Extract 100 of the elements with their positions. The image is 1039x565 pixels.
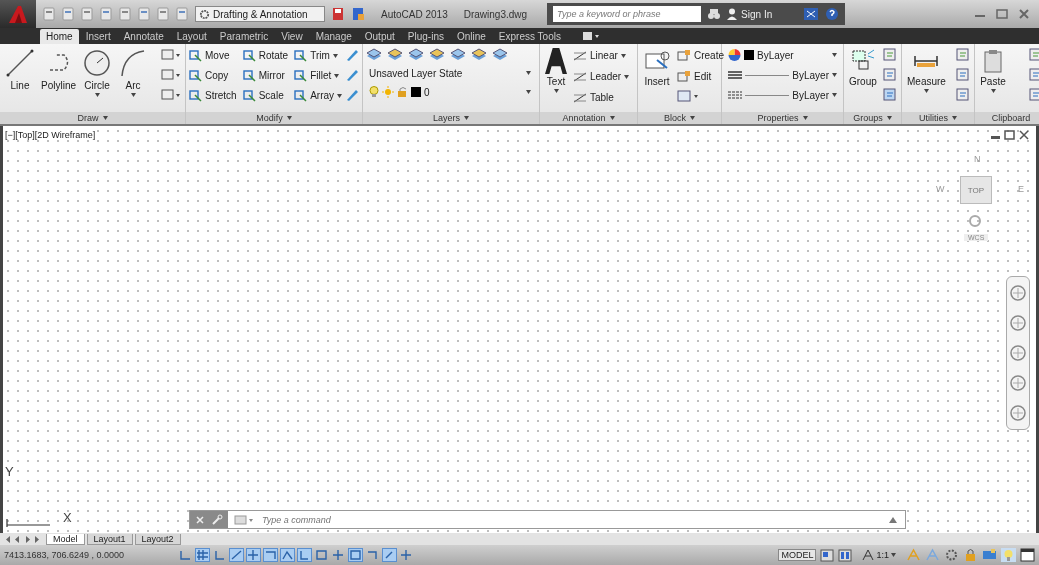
property-dropdown[interactable]: ByLayer: [725, 67, 840, 83]
drafting-toggle-icon[interactable]: [229, 548, 244, 562]
layout-icon[interactable]: [820, 548, 835, 562]
ribbon-tab[interactable]: Output: [358, 29, 401, 44]
modify-tool-button[interactable]: Copy: [189, 67, 237, 84]
text-tool-button[interactable]: Text: [543, 47, 569, 94]
drafting-toggle-icon[interactable]: [399, 548, 414, 562]
toolbar-icon[interactable]: [42, 7, 56, 21]
ribbon-tab[interactable]: Parametric: [213, 29, 275, 44]
toolbar-icon[interactable]: [99, 7, 113, 21]
compass-icon[interactable]: [968, 214, 982, 228]
insert-block-button[interactable]: Insert: [641, 47, 673, 88]
layer-tool-icon[interactable]: [471, 47, 487, 62]
panel-title[interactable]: Modify: [186, 112, 362, 124]
modify-tool-button[interactable]: Rotate: [242, 47, 289, 64]
lock-icon[interactable]: [963, 548, 978, 562]
annotation-tool-button[interactable]: Table: [573, 89, 614, 106]
toolbar-icon[interactable]: [80, 7, 94, 21]
annotation-tool-button[interactable]: Linear: [573, 47, 626, 64]
viewcube-face[interactable]: TOP: [960, 176, 992, 204]
tool-icon[interactable]: [882, 47, 898, 63]
drafting-toggle-icon[interactable]: [246, 548, 261, 562]
toolbar-icon[interactable]: [137, 7, 151, 21]
panel-title[interactable]: Groups: [844, 112, 901, 124]
group-button[interactable]: Group: [847, 47, 879, 88]
panel-title[interactable]: Layers: [363, 112, 539, 124]
ribbon-tab[interactable]: Express Tools: [492, 29, 567, 44]
prompt-icon[interactable]: [234, 513, 256, 526]
drafting-toggle-icon[interactable]: [382, 548, 397, 562]
toolbar-icon[interactable]: [175, 7, 189, 21]
close-icon[interactable]: [1018, 130, 1030, 140]
modify-tool-button[interactable]: Scale: [242, 87, 289, 104]
tool-icon[interactable]: [955, 47, 971, 63]
drafting-toggle-icon[interactable]: [365, 548, 380, 562]
toolbar-icon[interactable]: [982, 548, 997, 562]
layer-tool-icon[interactable]: [492, 47, 508, 62]
measure-button[interactable]: Measure: [905, 47, 948, 94]
annotation-scale-dropdown[interactable]: 1:1: [862, 549, 896, 561]
drafting-toggle-icon[interactable]: [195, 548, 210, 562]
modify-tool-button[interactable]: Array: [294, 87, 343, 104]
ribbon-tab[interactable]: Insert: [79, 29, 117, 44]
panel-title[interactable]: Clipboard: [975, 112, 1039, 124]
modify-tool-button[interactable]: Mirror: [242, 67, 289, 84]
panel-title[interactable]: Utilities: [902, 112, 974, 124]
toolbar-icon[interactable]: [118, 7, 132, 21]
model-tab[interactable]: Model: [46, 533, 85, 545]
drafting-toggle-icon[interactable]: [314, 548, 329, 562]
draw-tool-button[interactable]: Circle: [80, 47, 115, 98]
gear-icon[interactable]: [944, 548, 959, 562]
toolbar-icon[interactable]: [331, 7, 345, 21]
panel-title[interactable]: Properties: [722, 112, 843, 124]
layout-tab[interactable]: Layout2: [134, 533, 181, 545]
drafting-toggle-icon[interactable]: [348, 548, 363, 562]
binoculars-icon[interactable]: [707, 8, 722, 20]
pencil-icon[interactable]: [344, 47, 361, 63]
model-space-button[interactable]: MODEL: [778, 549, 817, 561]
layer-tool-icon[interactable]: [366, 47, 382, 62]
ribbon-tab[interactable]: Home: [40, 29, 79, 44]
sign-in-button[interactable]: Sign In: [727, 8, 798, 20]
tool-icon[interactable]: [882, 67, 898, 83]
workspace-dropdown[interactable]: Drafting & Annotation: [195, 6, 325, 22]
modify-tool-button[interactable]: Move: [189, 47, 237, 64]
drafting-toggle-icon[interactable]: [178, 548, 193, 562]
window-icon[interactable]: [1020, 548, 1035, 562]
tool-icon[interactable]: [882, 87, 898, 103]
layer-tool-icon[interactable]: [387, 47, 403, 62]
layer-tool-icon[interactable]: [429, 47, 445, 62]
drafting-toggle-icon[interactable]: [212, 548, 227, 562]
layer-state-dropdown[interactable]: Unsaved Layer State: [366, 65, 534, 81]
ribbon-tab[interactable]: View: [275, 29, 309, 44]
application-menu-button[interactable]: [0, 0, 36, 28]
layout-icon[interactable]: [838, 548, 853, 562]
draw-tool-button[interactable]: Line: [3, 47, 37, 92]
drafting-toggle-icon[interactable]: [297, 548, 312, 562]
wrench-icon[interactable]: [211, 513, 223, 526]
restore-icon[interactable]: [1004, 130, 1016, 140]
paste-button[interactable]: Paste: [978, 47, 1008, 94]
drafting-toggle-icon[interactable]: [331, 548, 346, 562]
layer-tool-icon[interactable]: [408, 47, 424, 62]
panel-title[interactable]: Annotation: [540, 112, 637, 124]
panel-title[interactable]: Block: [638, 112, 721, 124]
property-dropdown[interactable]: ByLayer: [725, 87, 840, 103]
toolbar-icon[interactable]: [351, 7, 365, 21]
panel-toggle-icon[interactable]: [581, 31, 600, 41]
panel-title[interactable]: Draw: [0, 112, 185, 124]
block-tool-button[interactable]: Edit: [677, 68, 712, 85]
draw-tool-button[interactable]: Polyline: [39, 47, 79, 92]
ribbon-tab[interactable]: Plug-ins: [401, 29, 450, 44]
layer-dropdown[interactable]: 0: [366, 84, 534, 100]
search-field[interactable]: Type a keyword or phrase: [553, 6, 702, 22]
draw-tool-button[interactable]: Arc: [116, 47, 151, 98]
ribbon-tab[interactable]: Manage: [309, 29, 358, 44]
rectangle-icon[interactable]: [160, 47, 182, 63]
scroll-up-icon[interactable]: [889, 516, 897, 523]
help-icon[interactable]: [825, 7, 840, 21]
modify-tool-button[interactable]: Trim: [294, 47, 343, 64]
toolbar-icon[interactable]: [156, 7, 170, 21]
exchange-icon[interactable]: [803, 7, 820, 21]
block-tool-button[interactable]: Create: [677, 47, 724, 64]
layer-tool-icon[interactable]: [450, 47, 466, 62]
